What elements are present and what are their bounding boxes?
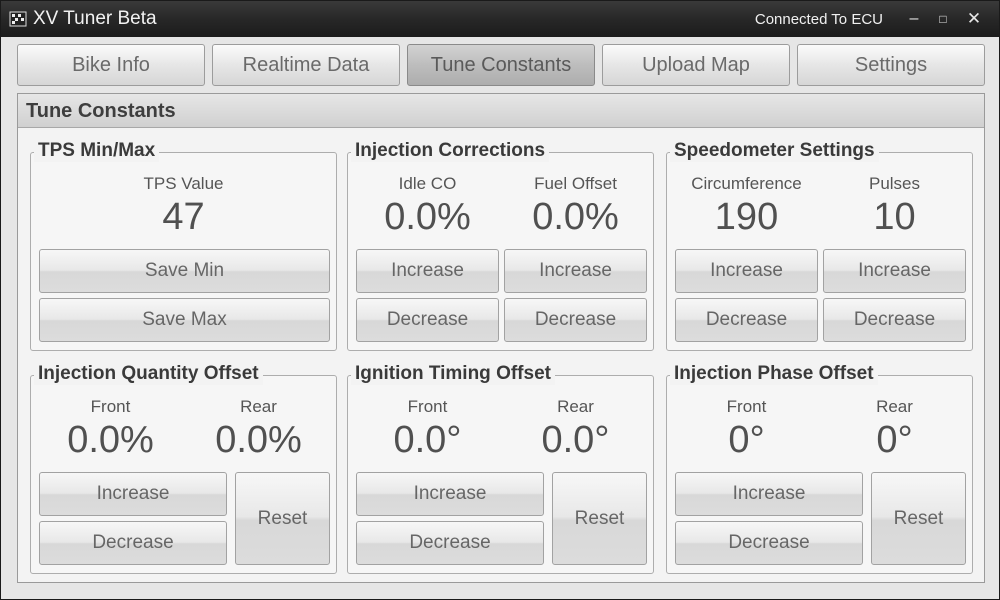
tab-bike-info[interactable]: Bike Info [17,44,205,86]
idle-co-decrease-button[interactable]: Decrease [356,298,499,342]
front-value: 0° [728,419,765,461]
save-min-button[interactable]: Save Min [39,249,330,293]
window-title: XV Tuner Beta [33,8,157,29]
decrease-button[interactable]: Decrease [675,521,863,565]
pulses-value: 10 [873,196,916,238]
front-value: 0.0% [67,419,154,461]
front-label: Front [726,397,767,416]
injection-corrections-group: Injection Corrections Idle CO 0.0% Fuel … [347,140,654,351]
app-window: XV Tuner Beta Connected To ECU – □ ✕ Bik… [0,0,1000,600]
front-value: 0.0° [393,419,462,461]
reset-button[interactable]: Reset [552,472,647,565]
pulses-increase-button[interactable]: Increase [823,249,966,293]
reset-button[interactable]: Reset [871,472,966,565]
injection-phase-offset-group: Injection Phase Offset Front 0° Rear 0° … [666,363,973,574]
front-label: Front [90,397,131,416]
section-title: Tune Constants [26,100,176,122]
pulses-label: Pulses [868,174,921,193]
speedometer-settings-group: Speedometer Settings Circumference 190 P… [666,140,973,351]
increase-button[interactable]: Increase [675,472,863,516]
group-title: Injection Corrections [351,140,550,162]
idle-co-increase-button[interactable]: Increase [356,249,499,293]
close-button[interactable]: ✕ [963,9,985,29]
increase-button[interactable]: Increase [356,472,544,516]
rear-value: 0° [876,419,913,461]
fuel-offset-value: 0.0% [532,196,619,238]
idle-co-label: Idle CO [398,174,457,193]
connection-status: Connected To ECU [754,11,883,28]
tps-value-label: TPS Value [143,174,224,193]
fuel-offset-decrease-button[interactable]: Decrease [504,298,647,342]
tab-upload-map[interactable]: Upload Map [602,44,790,86]
rear-value: 0.0° [541,419,610,461]
tps-value: 47 [162,196,205,238]
rear-value: 0.0% [215,419,302,461]
group-title: Injection Quantity Offset [34,363,263,385]
group-title: TPS Min/Max [34,140,160,162]
minimize-button[interactable]: – [903,9,925,29]
reset-button[interactable]: Reset [235,472,330,565]
idle-co-value: 0.0% [384,196,471,238]
circumference-value: 190 [714,196,779,238]
decrease-button[interactable]: Decrease [39,521,227,565]
section-header: Tune Constants [18,94,984,128]
rear-label: Rear [240,397,277,416]
group-title: Ignition Timing Offset [351,363,555,385]
front-label: Front [407,397,448,416]
group-title: Injection Phase Offset [670,363,878,385]
injection-quantity-offset-group: Injection Quantity Offset Front 0.0% Rea… [30,363,337,574]
save-max-button[interactable]: Save Max [39,298,330,342]
maximize-button[interactable]: □ [932,9,954,29]
tab-settings[interactable]: Settings [797,44,985,86]
circumference-label: Circumference [691,174,802,193]
circumference-increase-button[interactable]: Increase [675,249,818,293]
fuel-offset-increase-button[interactable]: Increase [504,249,647,293]
rear-label: Rear [876,397,913,416]
ignition-timing-offset-group: Ignition Timing Offset Front 0.0° Rear 0… [347,363,654,574]
tps-minmax-group: TPS Min/Max TPS Value 47 Save Min Save M… [30,140,337,351]
tab-tune-constants[interactable]: Tune Constants [407,44,595,86]
tune-constants-panel: Tune Constants TPS Min/Max TPS Value 47 … [17,93,985,583]
circumference-decrease-button[interactable]: Decrease [675,298,818,342]
group-title: Speedometer Settings [670,140,879,162]
fuel-offset-label: Fuel Offset [534,174,617,193]
tab-realtime-data[interactable]: Realtime Data [212,44,400,86]
rear-label: Rear [557,397,594,416]
decrease-button[interactable]: Decrease [356,521,544,565]
app-icon [9,11,27,27]
title-bar[interactable]: XV Tuner Beta Connected To ECU – □ ✕ [1,1,999,37]
increase-button[interactable]: Increase [39,472,227,516]
pulses-decrease-button[interactable]: Decrease [823,298,966,342]
